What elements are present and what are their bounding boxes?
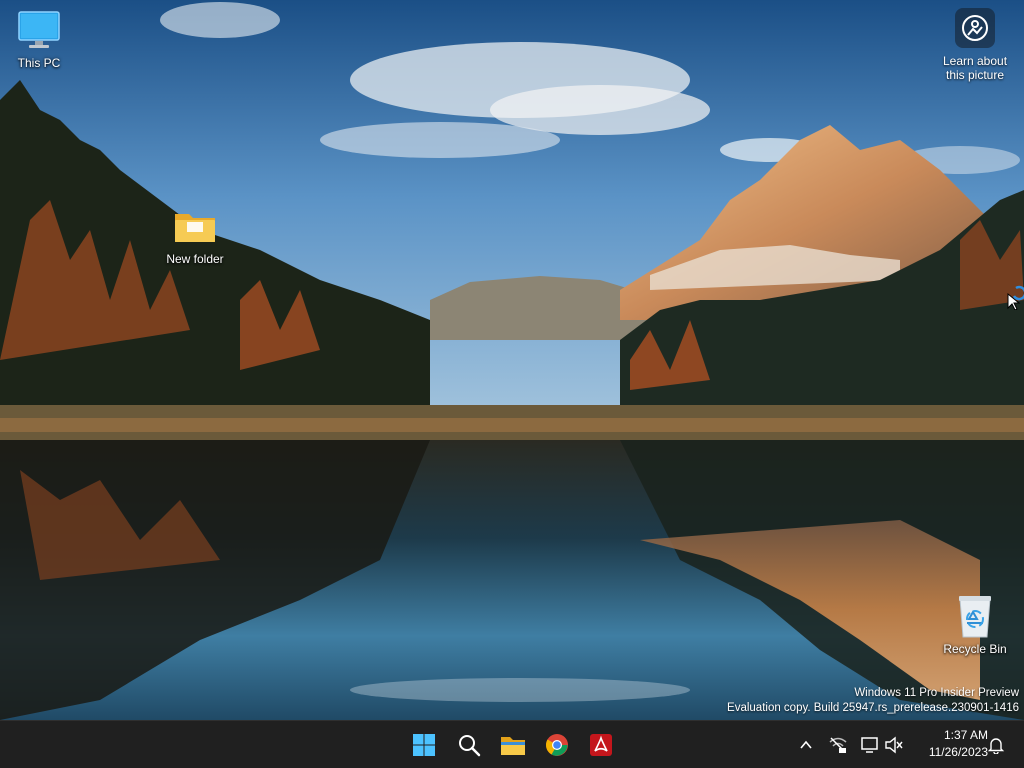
folder-icon xyxy=(171,202,219,250)
tray-clock[interactable]: 1:37 AM 11/26/2023 xyxy=(912,727,988,761)
volume-button[interactable] xyxy=(882,733,906,757)
recycle-bin-label: Recycle Bin xyxy=(943,642,1007,656)
acrobat-icon xyxy=(590,734,612,756)
learn-picture-line2: this picture xyxy=(945,68,1005,82)
chrome-icon xyxy=(546,734,568,756)
chrome-button[interactable] xyxy=(541,729,573,761)
notifications-button[interactable] xyxy=(984,733,1008,757)
volume-muted-icon xyxy=(885,736,903,754)
taskbar: 1:37 AM 11/26/2023 xyxy=(0,720,1024,768)
spotlight-camera-icon xyxy=(955,8,995,48)
start-icon xyxy=(413,734,435,756)
desktop-screen: Learn about this picture This PC New fol… xyxy=(0,0,1024,768)
network-button[interactable] xyxy=(826,733,850,757)
file-explorer-icon xyxy=(501,737,525,755)
acrobat-button[interactable] xyxy=(585,729,617,761)
desktop-icon-recycle-bin[interactable]: Recycle Bin xyxy=(937,592,1013,656)
tray-time: 1:37 AM xyxy=(943,728,988,742)
recycle-bin-icon xyxy=(951,592,999,640)
this-pc-label: This PC xyxy=(17,56,61,70)
network-disconnected-icon xyxy=(829,737,847,753)
monitor-icon xyxy=(15,6,63,54)
tray-date: 11/26/2023 xyxy=(928,745,988,759)
chevron-up-icon xyxy=(800,740,812,749)
desktop-icon-this-pc[interactable]: This PC xyxy=(1,6,77,70)
busy-cursor-icon xyxy=(1007,285,1024,310)
search-icon xyxy=(459,735,481,757)
bell-icon xyxy=(987,738,1005,754)
display-button[interactable] xyxy=(858,733,882,757)
new-folder-label: New folder xyxy=(166,252,224,266)
watermark-line2: Evaluation copy. Build 25947.rs_prerelea… xyxy=(727,702,1019,714)
watermark-line1: Windows 11 Pro Insider Preview xyxy=(854,687,1019,699)
start-button[interactable] xyxy=(408,729,440,761)
show-hidden-icons-button[interactable] xyxy=(794,733,818,757)
desktop-wallpaper xyxy=(0,0,1024,720)
desktop-icon-new-folder[interactable]: New folder xyxy=(157,202,233,266)
search-button[interactable] xyxy=(453,729,485,761)
display-icon xyxy=(861,737,878,753)
file-explorer-button[interactable] xyxy=(497,729,529,761)
learn-about-picture-button[interactable]: Learn about this picture xyxy=(932,8,1018,82)
learn-picture-line1: Learn about xyxy=(942,54,1008,68)
evaluation-watermark: Windows 11 Pro Insider Preview Evaluatio… xyxy=(727,686,1019,716)
